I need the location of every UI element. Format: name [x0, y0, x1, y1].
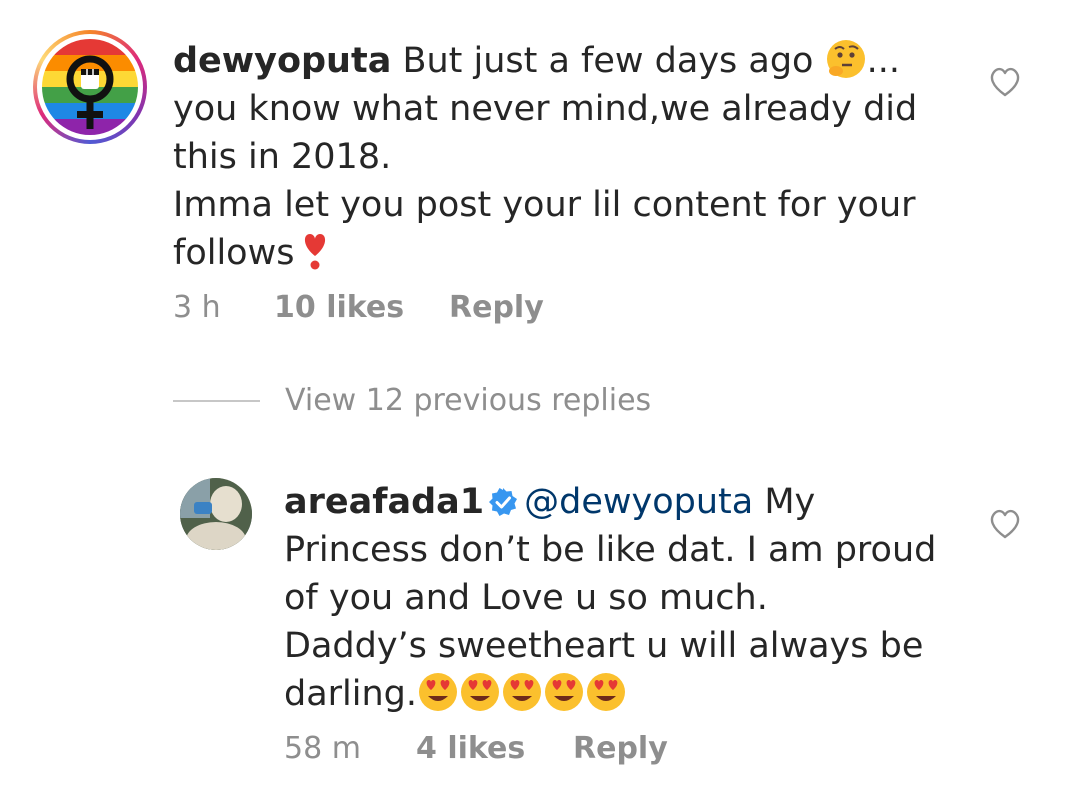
comment-likes-count[interactable]: 10 likes: [274, 290, 404, 325]
comment-username[interactable]: areafada1: [284, 482, 484, 522]
feminist-fist-icon: [66, 55, 114, 129]
heart-eyes-icon: [459, 671, 501, 713]
comment-text-line1: But just a few days ago: [391, 41, 825, 81]
mention-link[interactable]: @dewyoputa: [524, 482, 753, 522]
comment-text-rest: you know what never mind,we already did …: [173, 89, 918, 273]
comment-text-ellipsis: ...: [866, 41, 900, 81]
avatar-dewyoputa[interactable]: [33, 30, 147, 144]
comment-text-line1: My: [753, 482, 816, 522]
heart-eyes-emoji-group: [417, 671, 627, 714]
like-heart-icon[interactable]: [988, 508, 1022, 544]
heart-eyes-icon: [501, 671, 543, 713]
heart-eyes-icon: [585, 671, 627, 713]
heart-eyes-icon: [417, 671, 459, 713]
avatar-areafada1[interactable]: [180, 478, 252, 550]
comment-username[interactable]: dewyoputa: [173, 41, 391, 81]
verified-badge-icon: [488, 482, 518, 516]
reply-button[interactable]: Reply: [449, 290, 544, 325]
replies-divider-line: [173, 400, 260, 402]
comment-timestamp: 58 m: [284, 731, 361, 766]
view-previous-replies-link[interactable]: View 12 previous replies: [285, 383, 651, 418]
comment-text: dewyoputa But just a few days ago ... yo…: [173, 37, 953, 277]
avatar-photo: [180, 478, 252, 550]
heart-eyes-icon: [543, 671, 585, 713]
like-heart-icon[interactable]: [988, 66, 1022, 102]
reply-button[interactable]: Reply: [573, 731, 668, 766]
heavy-heart-exclamation-icon: [294, 230, 336, 272]
comment-likes-count[interactable]: 4 likes: [416, 731, 525, 766]
comment-timestamp: 3 h: [173, 290, 221, 325]
thinking-face-icon: [825, 38, 867, 80]
comment-text: areafada1 @dewyoputa My Princess don’t be…: [284, 478, 964, 718]
